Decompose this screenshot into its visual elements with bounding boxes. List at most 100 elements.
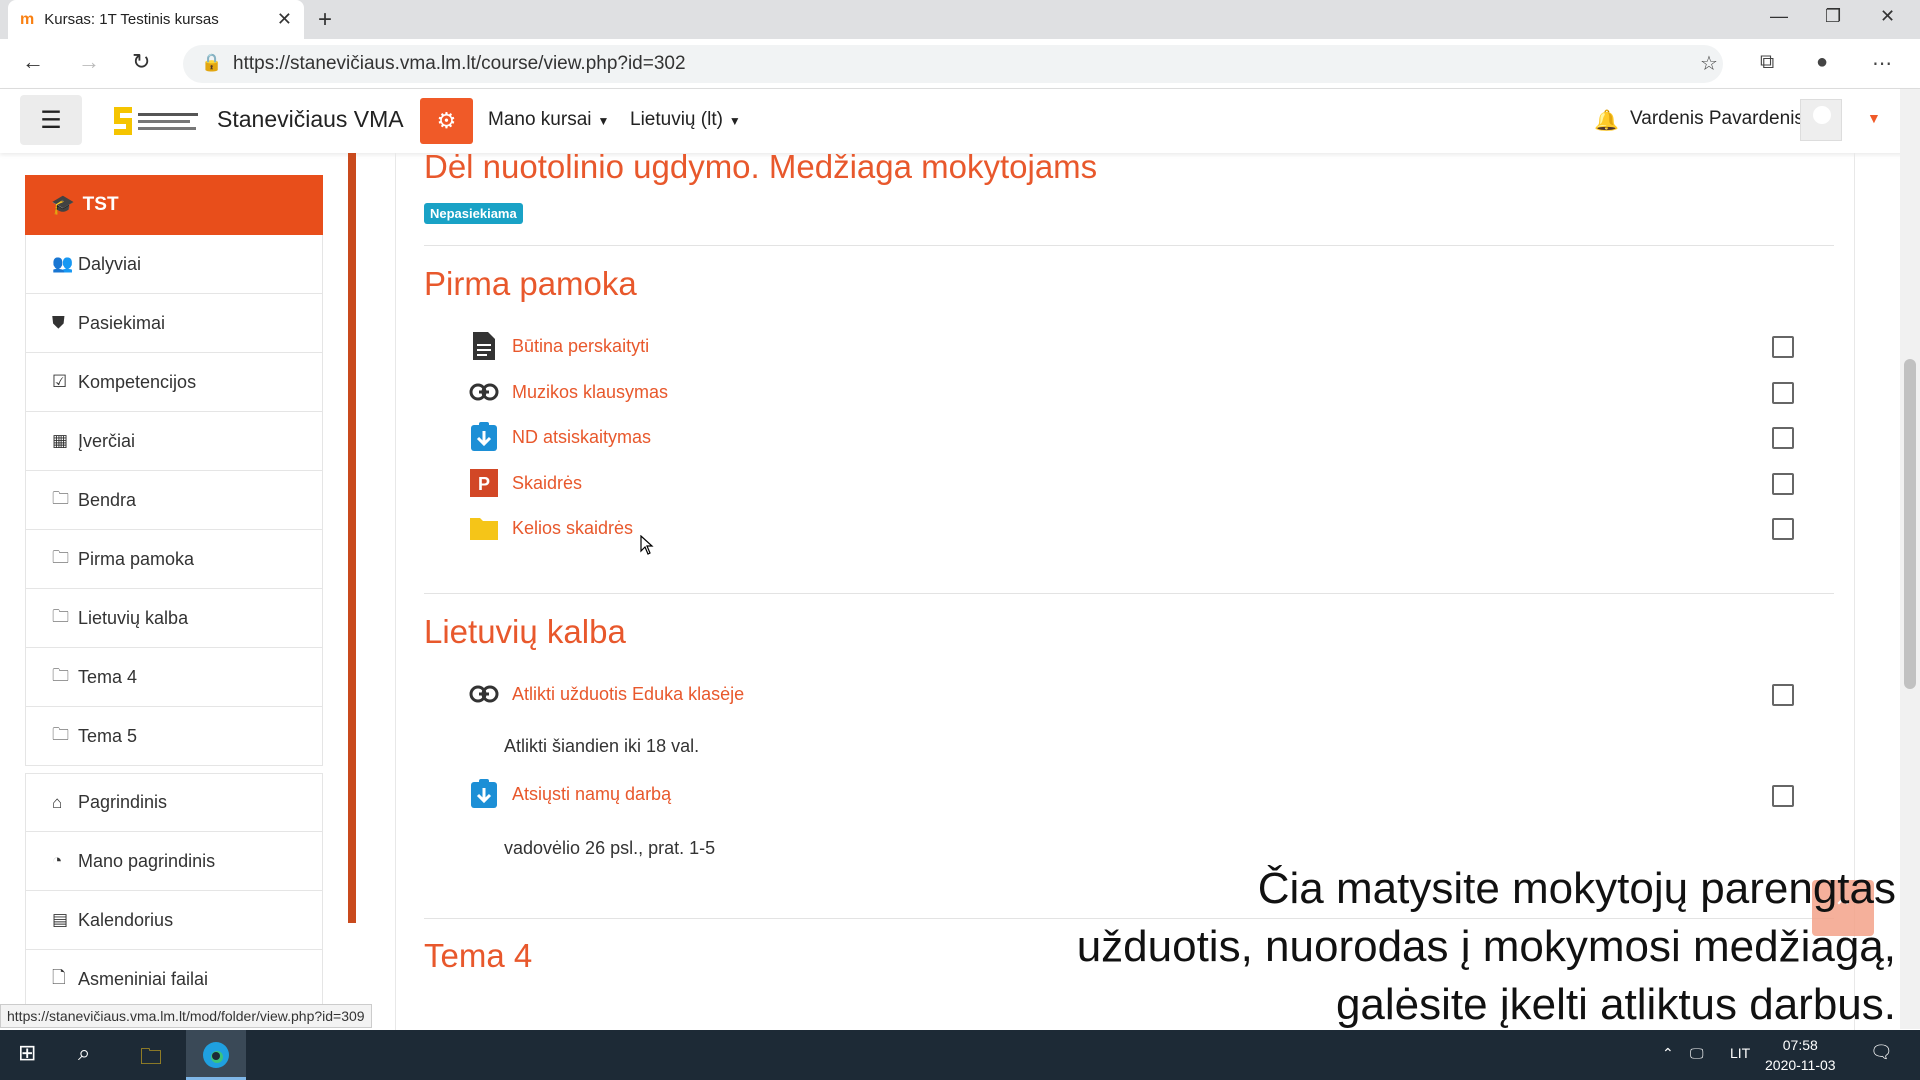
section-title[interactable]: Dėl nuotolinio ugdymo. Medžiaga mokytoja…: [424, 148, 1097, 186]
browser-tab-bar: m Kursas: 1T Testinis kursas ✕ + — ❐ ✕: [0, 0, 1920, 39]
lock-icon: 🔒: [201, 53, 223, 72]
search-icon[interactable]: ⌕: [78, 1040, 90, 1066]
scrollbar-thumb[interactable]: [1904, 359, 1916, 689]
windows-start-icon[interactable]: ⊞: [18, 1040, 36, 1066]
minimize-icon[interactable]: —: [1770, 6, 1788, 27]
profile-icon[interactable]: ●: [1816, 51, 1828, 74]
avatar[interactable]: [1800, 99, 1842, 141]
close-window-icon[interactable]: ✕: [1880, 6, 1895, 27]
section-title[interactable]: Tema 4: [424, 937, 532, 975]
sidebar-item-grades[interactable]: ▦ Įverčiai: [25, 412, 323, 471]
activity-link[interactable]: Atlikti užduotis Eduka klasėje: [512, 684, 744, 705]
forward-icon[interactable]: →: [78, 49, 100, 75]
sidebar-item-home[interactable]: ⌂ Pagrindinis: [25, 773, 323, 832]
page-scrollbar[interactable]: [1900, 89, 1920, 1029]
activity-item[interactable]: Muzikos klausymas: [468, 375, 668, 409]
sidebar-item-topic-5[interactable]: 🗀 Tema 5: [25, 707, 323, 766]
completion-checkbox[interactable]: [1772, 382, 1794, 404]
section-title[interactable]: Pirma pamoka: [424, 265, 637, 303]
section-title[interactable]: Lietuvių kalba: [424, 613, 626, 651]
link-icon: [468, 377, 500, 407]
users-icon: 👥: [52, 254, 74, 273]
sidebar-item-calendar[interactable]: ▤ Kalendorius: [25, 891, 323, 950]
sidebar-item-label: Mano pagrindinis: [78, 850, 216, 871]
sidebar-separator: [25, 766, 323, 773]
close-tab-icon[interactable]: ✕: [277, 9, 292, 30]
section-divider: [424, 593, 1834, 594]
new-tab-icon[interactable]: +: [318, 6, 332, 34]
activity-link[interactable]: Būtina perskaityti: [512, 336, 649, 357]
language-menu[interactable]: Lietuvių (lt) ▼: [630, 109, 741, 131]
activity-link[interactable]: Kelios skaidrės: [512, 518, 633, 539]
activity-link[interactable]: Atsiųsti namų darbą: [512, 784, 671, 805]
sidebar-course-header[interactable]: 🎓 TST: [25, 175, 323, 235]
moodle-favicon-icon: m: [20, 10, 35, 28]
notifications-icon[interactable]: 🗨: [1870, 1042, 1893, 1063]
svg-text:P: P: [478, 474, 490, 494]
file-explorer-icon[interactable]: 🗀: [140, 1040, 162, 1078]
site-name[interactable]: Stanevičiaus VMA: [217, 106, 404, 133]
sidebar-item-participants[interactable]: 👥 Dalyviai: [25, 235, 323, 294]
clock-time: 07:58: [1782, 1037, 1818, 1053]
restore-icon[interactable]: ❐: [1825, 6, 1841, 27]
user-name[interactable]: Vardenis Pavardenis: [1630, 108, 1804, 130]
favorite-star-icon[interactable]: ☆: [1700, 51, 1718, 76]
tab-title: Kursas: 1T Testinis kursas: [44, 11, 219, 28]
sidebar-item-private-files[interactable]: 🗋 Asmeniniai failai: [25, 950, 323, 1009]
taskbar-clock[interactable]: 07:58 2020-11-03: [1765, 1035, 1836, 1075]
user-menu-caret-icon[interactable]: ▼: [1867, 110, 1881, 126]
activity-item[interactable]: Kelios skaidrės: [468, 511, 633, 545]
tray-chevron-icon[interactable]: ⌃: [1662, 1045, 1674, 1062]
dashboard-icon: ◔: [52, 851, 63, 870]
back-icon[interactable]: ←: [22, 49, 44, 75]
completion-checkbox[interactable]: [1772, 684, 1794, 706]
completion-checkbox[interactable]: [1772, 473, 1794, 495]
completion-checkbox[interactable]: [1772, 336, 1794, 358]
sidebar-item-badges[interactable]: ⛊ Pasiekimai: [25, 294, 323, 353]
language-label: Lietuvių (lt): [630, 109, 723, 130]
collections-icon[interactable]: ⧉: [1760, 51, 1774, 74]
my-courses-menu[interactable]: Mano kursai ▼: [488, 109, 609, 131]
activity-item[interactable]: Būtina perskaityti: [468, 329, 649, 363]
completion-checkbox[interactable]: [1772, 427, 1794, 449]
more-menu-icon[interactable]: ⋯: [1872, 51, 1892, 76]
completion-checkbox[interactable]: [1772, 785, 1794, 807]
sidebar-item-label: Kalendorius: [78, 909, 174, 930]
sidebar-item-label: Pagrindinis: [78, 792, 168, 812]
activity-item[interactable]: Atlikti užduotis Eduka klasėje: [468, 677, 744, 711]
network-icon[interactable]: 🖵: [1690, 1045, 1704, 1062]
site-logo[interactable]: [110, 101, 210, 141]
clock-date: 2020-11-03: [1765, 1057, 1836, 1073]
check-square-icon: ☑: [52, 372, 68, 391]
status-url-preview: https://stanevičiaus.vma.lm.lt/mod/folde…: [0, 1004, 372, 1028]
activity-link[interactable]: Muzikos klausymas: [512, 382, 668, 403]
activity-description: vadovėlio 26 psl., prat. 1-5: [504, 838, 716, 858]
sidebar-item-first-lesson[interactable]: 🗀 Pirma pamoka: [25, 530, 323, 589]
edge-taskbar-button[interactable]: [186, 1030, 246, 1080]
status-badge: Nepasiekiama: [424, 203, 523, 224]
course-admin-button[interactable]: ⚙: [420, 98, 473, 144]
url-field[interactable]: 🔒 https://stanevičiaus.vma.lm.lt/course/…: [183, 45, 1723, 83]
sidebar-item-label: Tema 4: [78, 666, 138, 687]
activity-item[interactable]: P Skaidrės: [468, 466, 582, 500]
caret-down-icon: ▼: [597, 114, 610, 128]
browser-tab[interactable]: m Kursas: 1T Testinis kursas ✕: [8, 0, 304, 39]
sidebar-item-label: Bendra: [78, 489, 137, 510]
section-divider: [424, 245, 1834, 246]
activity-link[interactable]: ND atsiskaitymas: [512, 427, 651, 448]
sidebar-item-competencies[interactable]: ☑ Kompetencijos: [25, 353, 323, 412]
keyboard-language[interactable]: LIT: [1730, 1045, 1750, 1061]
activity-link[interactable]: Skaidrės: [512, 473, 582, 494]
reload-icon[interactable]: ↻: [132, 49, 150, 75]
sidebar-item-topic-4[interactable]: 🗀 Tema 4: [25, 648, 323, 707]
folder-icon: 🗀: [52, 665, 69, 685]
sidebar-item-dashboard[interactable]: ◔ Mano pagrindinis: [25, 832, 323, 891]
sidebar-item-lithuanian[interactable]: 🗀 Lietuvių kalba: [25, 589, 323, 648]
notifications-bell-icon[interactable]: 🔔: [1594, 108, 1619, 133]
activity-item[interactable]: ND atsiskaitymas: [468, 420, 651, 454]
my-courses-label: Mano kursai: [488, 109, 592, 130]
completion-checkbox[interactable]: [1772, 518, 1794, 540]
drawer-toggle-button[interactable]: ☰: [20, 95, 82, 145]
activity-item[interactable]: Atsiųsti namų darbą: [468, 777, 671, 811]
sidebar-item-general[interactable]: 🗀 Bendra: [25, 471, 323, 530]
